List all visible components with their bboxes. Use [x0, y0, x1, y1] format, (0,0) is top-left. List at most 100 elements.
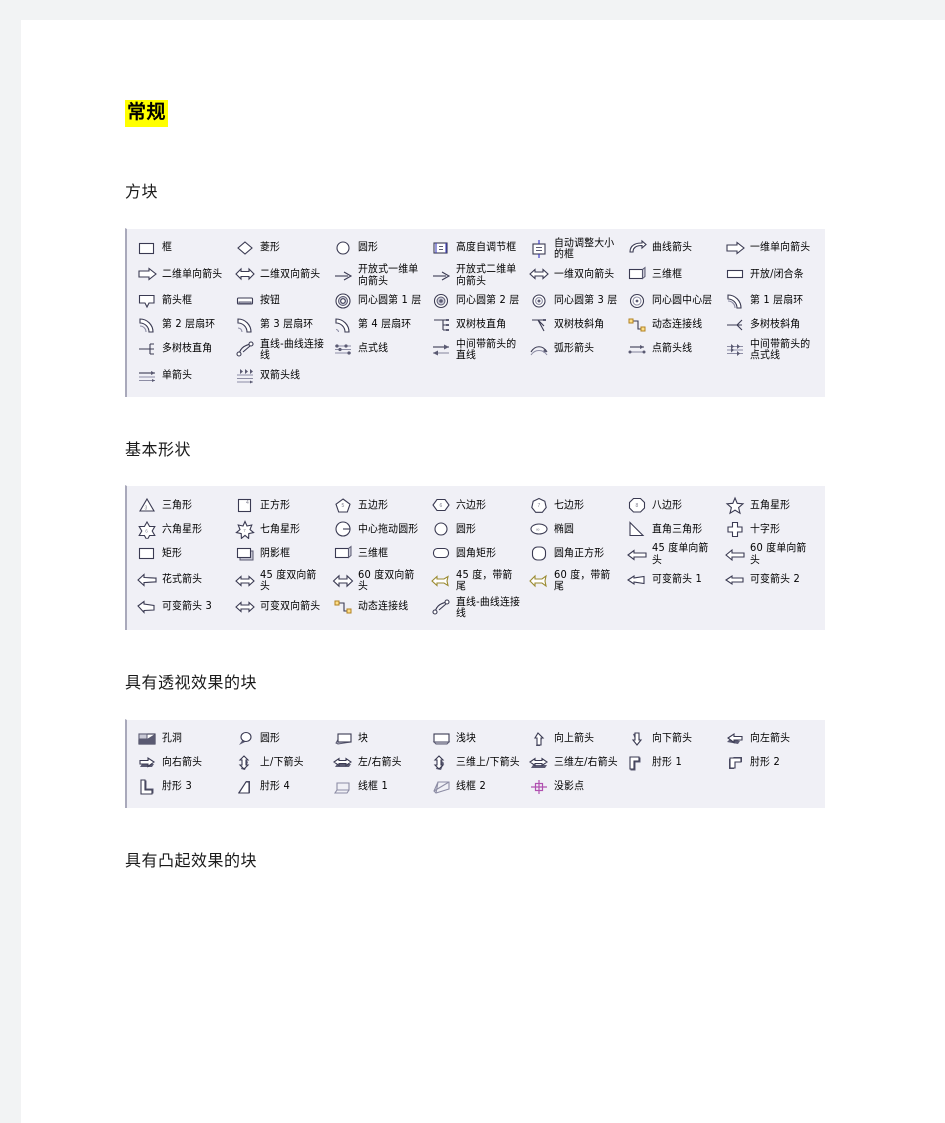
stencil-item[interactable]: 三维框	[625, 262, 723, 286]
stencil-item[interactable]: 弧形箭头	[527, 337, 625, 361]
stencil-item-label: 上/下箭头	[259, 756, 304, 769]
stencil-item[interactable]: 6 六角星形	[135, 517, 233, 541]
stencil-item[interactable]: 直线-曲线连接线	[429, 595, 527, 622]
stencil-item[interactable]: 5 五边形	[331, 493, 429, 517]
stencil-item[interactable]: 45 度双向箭头	[233, 568, 331, 595]
stencil-item[interactable]: 向上箭头	[527, 727, 625, 751]
stencil-item[interactable]: 浅块	[429, 727, 527, 751]
stencil-item[interactable]: 圆角矩形	[429, 541, 527, 565]
stencil-item[interactable]: 双树枝直角	[429, 313, 527, 337]
stencil-item[interactable]: 点式线	[331, 337, 429, 361]
stencil-item[interactable]: 框	[135, 236, 233, 260]
stencil-item[interactable]: 上/下箭头	[233, 751, 331, 775]
stencil-item[interactable]: 左/右箭头	[331, 751, 429, 775]
variable-double-arrow-icon	[234, 597, 256, 617]
stencil-item[interactable]: 可变双向箭头	[233, 595, 331, 619]
stencil-item[interactable]: 8 八边形	[625, 493, 723, 517]
stencil-item[interactable]: 菱形	[233, 236, 331, 260]
line-curve-connector-icon	[234, 340, 256, 360]
stencil-item[interactable]: 按钮	[233, 289, 331, 313]
stencil-item[interactable]: 60 度，带箭尾	[527, 568, 625, 595]
stencil-item[interactable]: 同心圆第 3 层	[527, 289, 625, 313]
stencil-item[interactable]: 可变箭头 1	[625, 568, 723, 592]
height-auto-box-icon	[430, 238, 452, 258]
arrow-box-icon	[136, 291, 158, 311]
stencil-item[interactable]: 动态连接线	[331, 595, 429, 619]
stencil-item[interactable]: 一维单向箭头	[723, 236, 821, 260]
stencil-item[interactable]: 高度自调节框	[429, 236, 527, 260]
stencil-item[interactable]: 花式箭头	[135, 568, 233, 592]
stencil-item[interactable]: 肘形 1	[625, 751, 723, 775]
stencil-item[interactable]: 双箭头线	[233, 364, 331, 388]
stencil-item[interactable]: 一维双向箭头	[527, 262, 625, 286]
stencil-item[interactable]: 阴影框	[233, 541, 331, 565]
stencil-item[interactable]: 向下箭头	[625, 727, 723, 751]
stencil-item[interactable]: 二维单向箭头	[135, 262, 233, 286]
annulus-sector4-icon	[332, 315, 354, 335]
stencil-item[interactable]: 十字形	[723, 517, 821, 541]
stencil-item[interactable]: 多树枝直角	[135, 337, 233, 361]
stencil-item-label: 45 度，带箭尾	[455, 568, 513, 593]
stencil-item[interactable]: 箭头框	[135, 289, 233, 313]
stencil-item[interactable]: 肘形 3	[135, 775, 233, 799]
stencil-item[interactable]: 同心圆第 1 层	[331, 289, 429, 313]
stencil-item[interactable]: 肘形 2	[723, 751, 821, 775]
stencil-item[interactable]: 第 4 层扇环	[331, 313, 429, 337]
stencil-item[interactable]: 曲线箭头	[625, 236, 723, 260]
stencil-item[interactable]: 圆形	[331, 236, 429, 260]
stencil-item[interactable]: 矩形	[135, 541, 233, 565]
stencil-item[interactable]: 块	[331, 727, 429, 751]
stencil-item[interactable]: 双树枝斜角	[527, 313, 625, 337]
stencil-item[interactable]: 三维框	[331, 541, 429, 565]
stencil-item[interactable]: 线框 2	[429, 775, 527, 799]
stencil-item[interactable]: 圆角正方形	[527, 541, 625, 565]
stencil-item[interactable]: 单箭头	[135, 364, 233, 388]
stencil-item[interactable]: 同心圆第 2 层	[429, 289, 527, 313]
stencil-item[interactable]: 三维左/右箭头	[527, 751, 625, 775]
stencil-item[interactable]: 线框 1	[331, 775, 429, 799]
stencil-item[interactable]: 圆形	[233, 727, 331, 751]
stencil-item[interactable]: 直线-曲线连接线	[233, 337, 331, 364]
stencil-item[interactable]: 中心拖动圆形	[331, 517, 429, 541]
elbow-2-icon	[724, 753, 746, 773]
stencil-item[interactable]: 中间带箭头的点式线	[723, 337, 821, 364]
stencil-item[interactable]: 孔洞	[135, 727, 233, 751]
blocks-stencil-panel: 框 菱形 圆形 高度自调节框 自动调整大小的框 曲线箭头 一维单向箭头二维单向箭头 二维双向箭…	[125, 227, 825, 397]
stencil-item[interactable]: 圆形	[429, 517, 527, 541]
stencil-item[interactable]: 开放式二维单向箭头	[429, 262, 527, 289]
stencil-item[interactable]: 7 七角星形	[233, 517, 331, 541]
stencil-item[interactable]: 第 2 层扇环	[135, 313, 233, 337]
stencil-item[interactable]: 45 度，带箭尾	[429, 568, 527, 595]
stencil-item[interactable]: 开放式一维单向箭头	[331, 262, 429, 289]
left-arrow-icon	[724, 729, 746, 749]
stencil-item[interactable]: 可变箭头 2	[723, 568, 821, 592]
stencil-item[interactable]: 可变箭头 3	[135, 595, 233, 619]
stencil-item[interactable]: 第 1 层扇环	[723, 289, 821, 313]
stencil-item[interactable]: 60 度双向箭头	[331, 568, 429, 595]
stencil-item[interactable]: 向左箭头	[723, 727, 821, 751]
stencil-item[interactable]: 自动调整大小的框	[527, 236, 625, 263]
stencil-item[interactable]: 肘形 4	[233, 775, 331, 799]
stencil-item[interactable]: 没影点	[527, 775, 625, 799]
stencil-item[interactable]: 7 七边形	[527, 493, 625, 517]
stencil-item[interactable]: 45 度单向箭头	[625, 541, 723, 568]
stencil-item[interactable]: 6 六边形	[429, 493, 527, 517]
stencil-item[interactable]: 动态连接线	[625, 313, 723, 337]
stencil-item[interactable]: 五角星形	[723, 493, 821, 517]
stencil-item[interactable]: 二维双向箭头	[233, 262, 331, 286]
stencil-item[interactable]: 开放/闭合条	[723, 262, 821, 286]
stencil-item[interactable]: 同心圆中心层	[625, 289, 723, 313]
stencil-item[interactable]: 多树枝斜角	[723, 313, 821, 337]
stencil-item[interactable]: 点箭头线	[625, 337, 723, 361]
stencil-item[interactable]: 三维上/下箭头	[429, 751, 527, 775]
stencil-item[interactable]: 4 正方形	[233, 493, 331, 517]
stencil-item[interactable]: 第 3 层扇环	[233, 313, 331, 337]
stencil-item[interactable]: 向右箭头	[135, 751, 233, 775]
variable-arrow-2-icon	[724, 570, 746, 590]
stencil-item[interactable]: 直角三角形	[625, 517, 723, 541]
stencil-item-label: 三角形	[162, 498, 193, 511]
stencil-item[interactable]: 3 三角形	[135, 493, 233, 517]
stencil-item[interactable]: 中间带箭头的直线	[429, 337, 527, 364]
stencil-item[interactable]: ∞ 椭圆	[527, 517, 625, 541]
stencil-item[interactable]: 60 度单向箭头	[723, 541, 821, 568]
